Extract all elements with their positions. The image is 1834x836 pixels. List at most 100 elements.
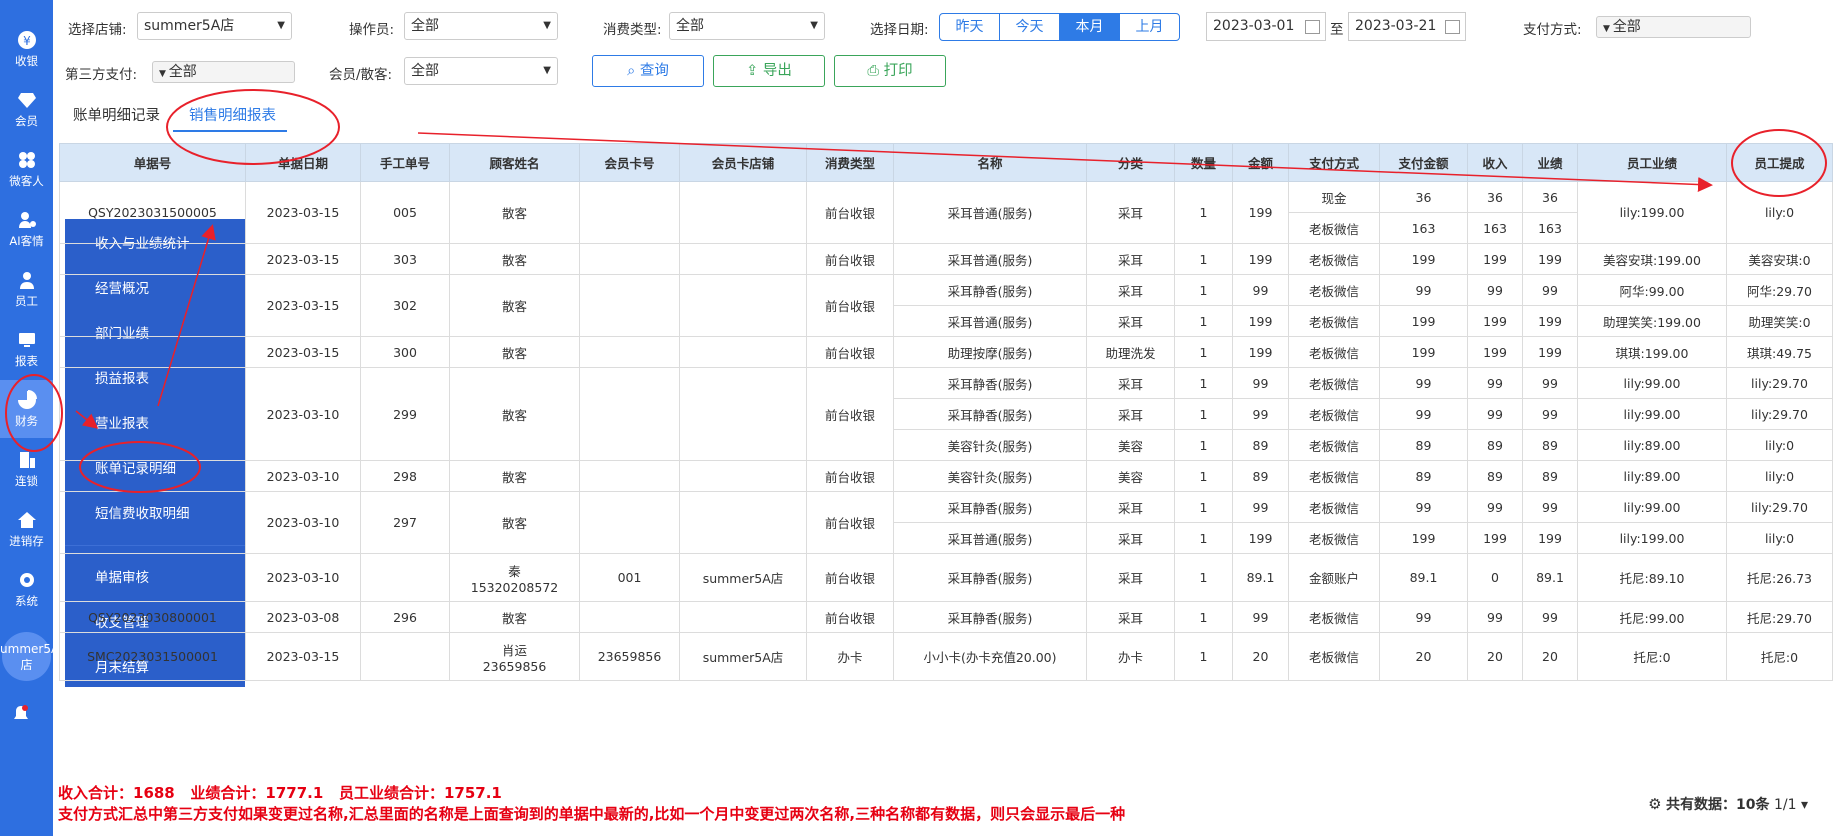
cell-staff-performance: lily:89.00 bbox=[1577, 429, 1727, 461]
cell-pay-method: 老板微信 bbox=[1288, 212, 1380, 244]
cell-manual-no: 297 bbox=[360, 491, 450, 554]
cell-card-store bbox=[679, 367, 807, 461]
type-select[interactable]: 全部 ▼ bbox=[669, 12, 825, 40]
cell-pay-amount: 199 bbox=[1379, 522, 1468, 554]
export-button[interactable]: ⇪ 导出 bbox=[713, 55, 825, 87]
cell-card-store: summer5A店 bbox=[679, 632, 807, 681]
totals-summary: 收入合计：1688 业绩合计：1777.1 员工业绩合计：1757.1 bbox=[58, 784, 502, 802]
table-row[interactable]: 2023-03-15 303 散客 前台收银 采耳普通(服务) 采耳 1 199 老板微信 199… bbox=[59, 243, 1833, 275]
date-to-input[interactable]: 2023-03-21 bbox=[1348, 12, 1466, 41]
query-button[interactable]: ⌕ 查询 bbox=[592, 55, 704, 87]
sidebar-item-report[interactable]: 报表 bbox=[0, 320, 53, 378]
store-select[interactable]: summer5A店 ▼ bbox=[137, 12, 292, 40]
cell-income: 99 bbox=[1467, 491, 1523, 523]
cell-card-store: summer5A店 bbox=[679, 553, 807, 602]
cell-card-no: 23659856 bbox=[579, 632, 680, 681]
cell-doc-no bbox=[59, 460, 246, 492]
house-icon bbox=[17, 511, 36, 528]
date-tab-last-month[interactable]: 上月 bbox=[1119, 13, 1180, 41]
settings-gear-icon[interactable]: ⚙ bbox=[1648, 795, 1661, 813]
sidebar-item-inventory[interactable]: 进销存 bbox=[0, 500, 53, 558]
cell-card-store bbox=[679, 460, 807, 492]
flower-icon bbox=[18, 151, 35, 168]
sidebar-item-staff[interactable]: 员工 bbox=[0, 260, 53, 318]
cell-consume-type: 前台收银 bbox=[806, 181, 894, 244]
gear-icon bbox=[19, 572, 34, 587]
cell-item-name: 采耳普通(服务) bbox=[893, 305, 1087, 337]
sidebar-item-wechat-customer[interactable]: 微客人 bbox=[0, 140, 53, 198]
cell-consume-type: 前台收银 bbox=[806, 460, 894, 492]
table-row[interactable]: QSY2023030800001 2023-03-08 296 散客 前台收银 采耳静香(… bbox=[59, 601, 1833, 633]
cell-consume-type: 前台收银 bbox=[806, 274, 894, 337]
cell-pay-amount: 89 bbox=[1379, 429, 1468, 461]
cell-amount: 99 bbox=[1232, 491, 1289, 523]
cell-item-name: 采耳静香(服务) bbox=[893, 367, 1087, 399]
cell-staff-commission: lily:0 bbox=[1726, 181, 1833, 244]
tab-sales-detail[interactable]: 销售明细报表 bbox=[189, 104, 276, 125]
sidebar-item-ai[interactable]: AI客情 bbox=[0, 200, 53, 258]
sidebar-item-cashier[interactable]: ¥ 收银 bbox=[0, 20, 53, 78]
store-avatar[interactable]: summer5A店 bbox=[0, 632, 59, 681]
cell-item-name: 采耳普通(服务) bbox=[893, 243, 1087, 275]
cell-category: 采耳 bbox=[1086, 367, 1175, 399]
sidebar-item-system[interactable]: 系统 bbox=[0, 560, 53, 618]
cell-pay-amount: 36 bbox=[1379, 181, 1468, 213]
cell-qty: 1 bbox=[1174, 522, 1233, 554]
bell-icon[interactable] bbox=[12, 704, 30, 724]
table-row[interactable]: QSY2023031500005 2023-03-15 005 散客 前台收银 采耳普通(… bbox=[59, 181, 1833, 244]
operator-select[interactable]: 全部 ▼ bbox=[404, 12, 558, 40]
column-header: 收入 bbox=[1467, 143, 1523, 182]
cell-amount: 199 bbox=[1232, 522, 1289, 554]
person-icon bbox=[19, 271, 34, 289]
cell-performance: 89 bbox=[1522, 460, 1578, 492]
cell-manual-no: 296 bbox=[360, 601, 450, 633]
cell-pay-method: 老板微信 bbox=[1288, 460, 1380, 492]
cell-staff-commission: lily:0 bbox=[1726, 460, 1833, 492]
cell-staff-commission: 托尼:29.70 bbox=[1726, 601, 1833, 633]
sidebar-item-chain[interactable]: 连锁 bbox=[0, 440, 53, 498]
table-row[interactable]: 2023-03-15 302 散客 前台收银 采耳静香(服务) 采耳 1 99 老板微信 99 99… bbox=[59, 274, 1833, 337]
cell-item-name: 采耳静香(服务) bbox=[893, 601, 1087, 633]
column-header: 单据日期 bbox=[245, 143, 361, 182]
sidebar-item-member[interactable]: 会员 bbox=[0, 80, 53, 138]
cell-manual-no bbox=[360, 632, 450, 681]
cell-card-no bbox=[579, 181, 680, 244]
table-row[interactable]: 2023-03-15 300 散客 前台收银 助理按摩(服务) 助理洗发 1 199 老板微信 1… bbox=[59, 336, 1833, 368]
cell-doc-no bbox=[59, 491, 246, 554]
cell-card-store bbox=[679, 491, 807, 554]
table-row[interactable]: SMC2023031500001 2023-03-15 肖运 23659856 236… bbox=[59, 632, 1833, 681]
table-row[interactable]: 2023-03-10 秦 15320208572 001 summer5A店 前台收银采… bbox=[59, 553, 1833, 602]
cell-qty: 1 bbox=[1174, 553, 1233, 602]
cell-staff-performance: lily:99.00 bbox=[1577, 367, 1727, 399]
member-select[interactable]: 全部 ▼ bbox=[404, 57, 558, 85]
date-tab-today[interactable]: 今天 bbox=[999, 13, 1060, 41]
cell-pay-amount: 199 bbox=[1379, 305, 1468, 337]
sidebar-item-finance[interactable]: 财务 bbox=[0, 380, 53, 438]
print-button[interactable]: ⎙ 打印 bbox=[834, 55, 946, 87]
table-row[interactable]: 2023-03-10 297 散客 前台收银 采耳静香(服务) 采耳 1 99 老板微信 99 99… bbox=[59, 491, 1833, 554]
cell-item-name: 采耳静香(服务) bbox=[893, 553, 1087, 602]
date-tab-this-month[interactable]: 本月 bbox=[1059, 13, 1120, 41]
cell-category: 美容 bbox=[1086, 460, 1175, 492]
tab-bill-detail[interactable]: 账单明细记录 bbox=[73, 104, 160, 125]
cell-pay-method: 老板微信 bbox=[1288, 632, 1380, 681]
date-tab-yesterday[interactable]: 昨天 bbox=[939, 13, 1000, 41]
chevron-down-icon: ▼ bbox=[1603, 24, 1613, 34]
cell-staff-performance: lily:199.00 bbox=[1577, 522, 1727, 554]
table-row[interactable]: 2023-03-10 298 散客 前台收银 美容针灸(服务) 美容 1 89 老板微信 89 89… bbox=[59, 460, 1833, 492]
cell-amount: 199 bbox=[1232, 181, 1289, 244]
cell-doc-no bbox=[59, 367, 246, 461]
cell-pay-method: 老板微信 bbox=[1288, 274, 1380, 306]
third-party-select[interactable]: ▼ 全部 bbox=[152, 61, 295, 83]
cell-customer: 散客 bbox=[449, 181, 580, 244]
table-row[interactable]: 2023-03-10 299 散客 前台收银 采耳静香(服务) 采耳 1 99 老板微信 99 99… bbox=[59, 367, 1833, 461]
page-selector[interactable]: 1/1 bbox=[1774, 797, 1797, 813]
column-header: 金额 bbox=[1232, 143, 1289, 182]
cell-category: 美容 bbox=[1086, 429, 1175, 461]
pay-method-select[interactable]: ▼ 全部 bbox=[1596, 16, 1751, 38]
cell-consume-type: 前台收银 bbox=[806, 336, 894, 368]
date-from-input[interactable]: 2023-03-01 bbox=[1206, 12, 1326, 41]
cell-doc-no bbox=[59, 553, 246, 602]
cell-income: 0 bbox=[1467, 553, 1523, 602]
cell-amount: 89.1 bbox=[1232, 553, 1289, 602]
